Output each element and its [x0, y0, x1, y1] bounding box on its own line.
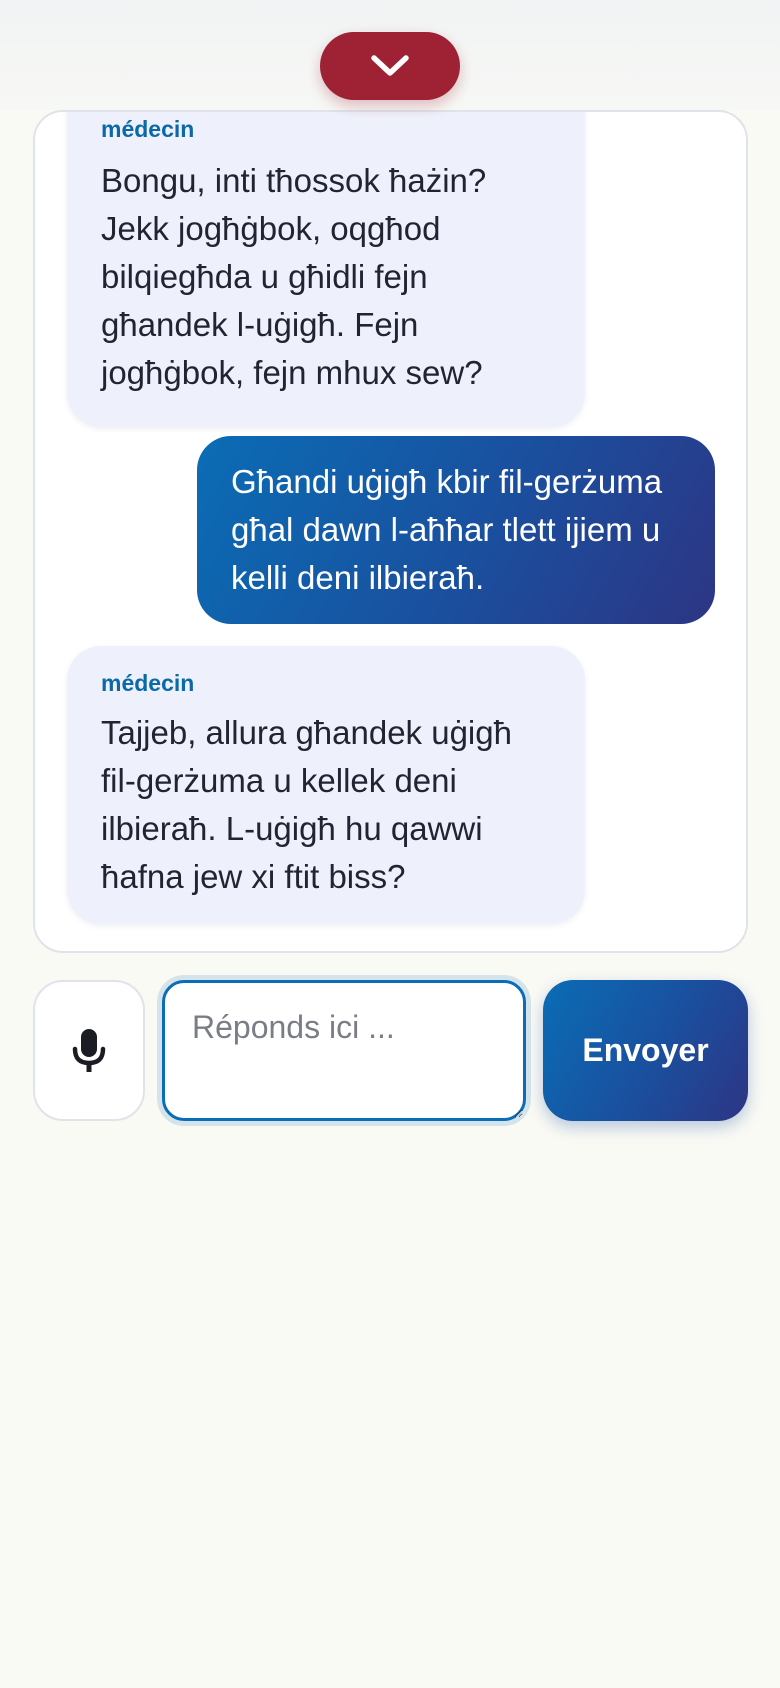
- message-bot: médecin Tajjeb, allura għandek uġigħ fil…: [67, 646, 585, 924]
- answer-input[interactable]: [162, 980, 526, 1121]
- message-text: Tajjeb, allura għandek uġigħ fil-gerżuma…: [101, 714, 512, 895]
- conversation-panel[interactable]: médecin Bongu, inti tħossok ħażin? Jekk …: [33, 110, 748, 953]
- chevron-down-icon: [371, 55, 409, 76]
- message-text: Għandi uġigħ kbir fil-gerżuma għal dawn …: [231, 463, 663, 596]
- send-button[interactable]: Envoyer: [543, 980, 748, 1121]
- message-author: médecin: [101, 116, 195, 142]
- collapse-button[interactable]: [320, 32, 460, 100]
- message-user: Għandi uġigħ kbir fil-gerżuma għal dawn …: [197, 436, 715, 624]
- message-bot: médecin Bongu, inti tħossok ħażin? Jekk …: [67, 112, 585, 427]
- microphone-icon: [72, 1028, 106, 1072]
- message-text: Bongu, inti tħossok ħażin? Jekk jogħġbok…: [101, 162, 487, 391]
- message-author: médecin: [101, 670, 195, 696]
- microphone-button[interactable]: [33, 980, 145, 1121]
